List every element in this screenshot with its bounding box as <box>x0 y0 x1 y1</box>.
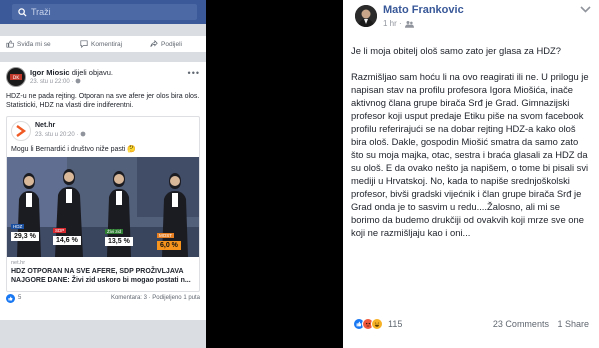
author-avatar[interactable] <box>355 5 377 27</box>
like-reaction-icon <box>6 294 15 303</box>
page-logo-icon: DK <box>10 74 22 81</box>
more-options-icon[interactable]: ••• <box>188 68 200 78</box>
net-hr-logo-icon <box>16 125 27 137</box>
reaction-count: 115 <box>388 319 403 329</box>
mobile-search-box[interactable] <box>12 4 197 20</box>
poll-value-sdp: 14,6 % <box>53 236 81 245</box>
shared-time-text: 23. stu u 20:20 · <box>35 132 79 138</box>
poll-value-hdz: 29,3 % <box>11 232 39 241</box>
post-time-text: 23. stu u 22:00 · <box>30 79 74 85</box>
comment-share-stats[interactable]: Komentara: 3 · Podijeljeno 1 puta <box>111 295 200 301</box>
globe-icon <box>75 78 81 84</box>
mobile-screenshot: Sviđa mi se Komentiraj Podijeli DK Igor … <box>0 0 206 348</box>
tv-studio-image[interactable]: HDZ 29,3 % SDP 14,6 % Živi zid 13,5 % MO… <box>7 157 199 257</box>
post-text: HDZ-u ne pada rejting. Otporan na sve af… <box>6 93 200 109</box>
poll-value-most: 6,0 % <box>157 241 181 250</box>
share-button[interactable]: Podijeli <box>150 40 182 48</box>
author-avatar[interactable]: DK <box>6 67 26 87</box>
net-hr-logo <box>11 121 31 141</box>
post-author-line: Igor Miosic dijeli objavu. <box>30 68 113 77</box>
mobile-post-footer: 5 Komentara: 3 · Podijeljeno 1 puta <box>0 294 206 304</box>
shared-timestamp: 23. stu u 20:20 · <box>35 131 86 138</box>
shared-caption: Mogu li Bernardić i društvo niže pasti 🤔 <box>11 146 137 153</box>
post-timestamp[interactable]: 23. stu u 22:00 · <box>30 78 81 85</box>
mobile-post-card: DK Igor Miosic dijeli objavu. 23. stu u … <box>0 62 206 320</box>
previous-post-actions: Sviđa mi se Komentiraj Podijeli <box>0 36 206 52</box>
svg-text:DK: DK <box>13 75 20 81</box>
post-author-name[interactable]: Igor Miosic <box>30 68 70 77</box>
share-label: Podijeli <box>161 40 182 48</box>
shared-page-name[interactable]: Net.hr <box>35 122 55 129</box>
post-paragraph-main: Razmišljao sam hoću li na ovo reagirati … <box>351 71 589 238</box>
post-body: Je li moja obitelj ološ samo zato jer gl… <box>351 44 591 252</box>
like-count[interactable]: 5 <box>18 295 21 301</box>
shared-post[interactable]: Net.hr 23. stu u 20:20 · Mogu li Bernard… <box>6 116 200 292</box>
link-title[interactable]: HDZ OTPORAN NA SVE AFERE, SDP PROŽIVLJAV… <box>11 267 199 285</box>
shares-count-link[interactable]: 1 Share <box>557 319 589 329</box>
comment-label: Komentiraj <box>91 40 123 48</box>
post-time-text: 1 hr · <box>383 19 402 28</box>
like-button[interactable]: Sviđa mi se <box>6 40 51 48</box>
poll-tag-zivi-zid: Živi zid <box>105 229 124 234</box>
mobile-top-bar <box>0 0 206 24</box>
screenshot-composite: Sviđa mi se Komentiraj Podijeli DK Igor … <box>0 0 599 348</box>
reactions-summary[interactable]: 115 <box>353 318 402 330</box>
thumbs-up-icon <box>6 40 14 48</box>
share-icon <box>150 40 158 47</box>
chevron-down-icon[interactable] <box>580 6 591 13</box>
post-timestamp[interactable]: 1 hr · <box>383 19 414 28</box>
globe-icon <box>80 131 86 137</box>
comments-count-link[interactable]: 23 Comments <box>493 319 549 329</box>
post-action-text: dijeli objavu. <box>71 68 113 77</box>
search-icon <box>15 5 29 19</box>
comment-share-stats: 23 Comments 1 Share <box>493 319 589 329</box>
poll-tag-sdp: SDP <box>53 228 67 233</box>
author-name[interactable]: Mato Frankovic <box>383 4 464 16</box>
search-input[interactable] <box>31 7 181 17</box>
desktop-post: Mato Frankovic 1 hr · Je li moja obitelj… <box>343 0 599 348</box>
comment-icon <box>80 40 88 48</box>
like-label: Sviđa mi se <box>17 40 51 48</box>
haha-reaction-icon <box>371 318 383 330</box>
profile-photo-icon <box>355 5 377 27</box>
poll-tag-most: MOST <box>157 233 174 238</box>
poll-tag-hdz: HDZ <box>11 224 25 229</box>
link-source: net.hr <box>11 260 26 266</box>
poll-value-zivi-zid: 13,5 % <box>105 237 133 246</box>
friends-privacy-icon <box>404 20 414 28</box>
comment-button[interactable]: Komentiraj <box>80 40 122 48</box>
post-paragraph-question: Je li moja obitelj ološ samo zato jer gl… <box>351 45 561 56</box>
